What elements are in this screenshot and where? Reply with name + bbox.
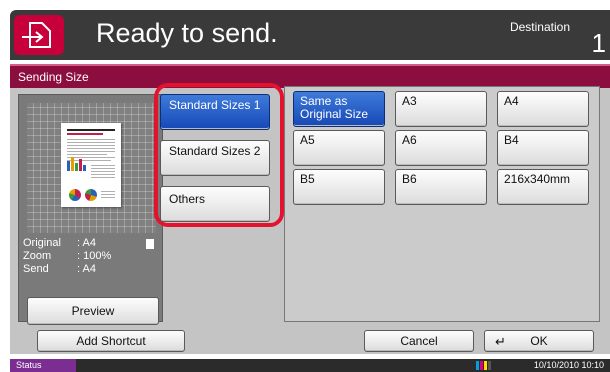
ok-label: OK: [530, 334, 548, 348]
size-a6[interactable]: A6: [395, 130, 487, 166]
doc-line: [67, 151, 115, 152]
size-a4[interactable]: A4: [497, 91, 589, 127]
header-bar: Ready to send. Destination 1: [10, 10, 610, 60]
size-b5[interactable]: B5: [293, 169, 385, 205]
doc-line: [67, 145, 115, 146]
doc-line: [101, 191, 115, 192]
status-bar: Status 10/10/2010 10:10: [10, 359, 610, 372]
destination-count: 1: [591, 28, 606, 58]
size-216x340mm[interactable]: 216x340mm: [497, 169, 589, 205]
doc-title-line: [67, 133, 103, 135]
info-row-original: Original : A4: [23, 237, 96, 249]
doc-title-line: [67, 129, 115, 131]
add-shortcut-button[interactable]: Add Shortcut: [37, 330, 185, 352]
doc-line: [67, 139, 115, 140]
destination-label: Destination: [509, 20, 570, 34]
tab-standard-sizes-2[interactable]: Standard Sizes 2: [160, 140, 270, 176]
doc-line: [91, 168, 115, 169]
enter-icon: ↵: [495, 334, 506, 349]
size-options-panel: Same as Original Size A3 A4 A5 A6 B4 B5 …: [284, 86, 600, 322]
doc-line: [91, 165, 115, 166]
doc-line: [67, 154, 107, 155]
bottom-bar: Add Shortcut Cancel ↵ OK: [10, 328, 610, 354]
preview-thumbnail: [27, 103, 156, 233]
doc-line: [101, 194, 115, 195]
info-row-send: Send : A4: [23, 263, 96, 275]
doc-line: [101, 197, 115, 198]
size-b4[interactable]: B4: [497, 130, 589, 166]
doc-line: [67, 148, 115, 149]
status-button[interactable]: Status: [10, 359, 76, 372]
cancel-button[interactable]: Cancel: [364, 330, 474, 352]
original-info: Original : A4 Zoom : 100% Send : A4: [23, 237, 111, 276]
doc-line: [67, 157, 115, 158]
original-preview-box: Original : A4 Zoom : 100% Send : A4 Prev…: [18, 94, 163, 325]
size-same-as-original[interactable]: Same as Original Size: [293, 91, 385, 127]
preview-button[interactable]: Preview: [27, 297, 159, 325]
size-a3[interactable]: A3: [395, 91, 487, 127]
info-row-zoom: Zoom : 100%: [23, 250, 112, 262]
send-icon: [14, 15, 64, 55]
page-title: Ready to send.: [96, 18, 278, 48]
tab-standard-sizes-1[interactable]: Standard Sizes 1: [160, 94, 270, 130]
tab-others[interactable]: Others: [160, 186, 270, 222]
page-orientation-icon: [146, 239, 154, 249]
document-thumbnail: [61, 123, 121, 207]
ok-button[interactable]: ↵ OK: [484, 330, 594, 352]
size-a5[interactable]: A5: [293, 130, 385, 166]
doc-line: [91, 171, 115, 172]
doc-line: [91, 174, 115, 175]
doc-line: [91, 177, 115, 178]
doc-line: [67, 142, 115, 143]
function-title: Sending Size: [18, 70, 89, 84]
toner-level-icon: [476, 361, 491, 370]
status-datetime: 10/10/2010 10:10: [533, 360, 604, 370]
function-title-bar: Sending Size: [10, 64, 610, 88]
size-b6[interactable]: B6: [395, 169, 487, 205]
doc-pie-chart: [85, 189, 97, 201]
main-panel: Original : A4 Zoom : 100% Send : A4 Prev…: [10, 83, 610, 328]
doc-pie-chart: [69, 189, 81, 201]
